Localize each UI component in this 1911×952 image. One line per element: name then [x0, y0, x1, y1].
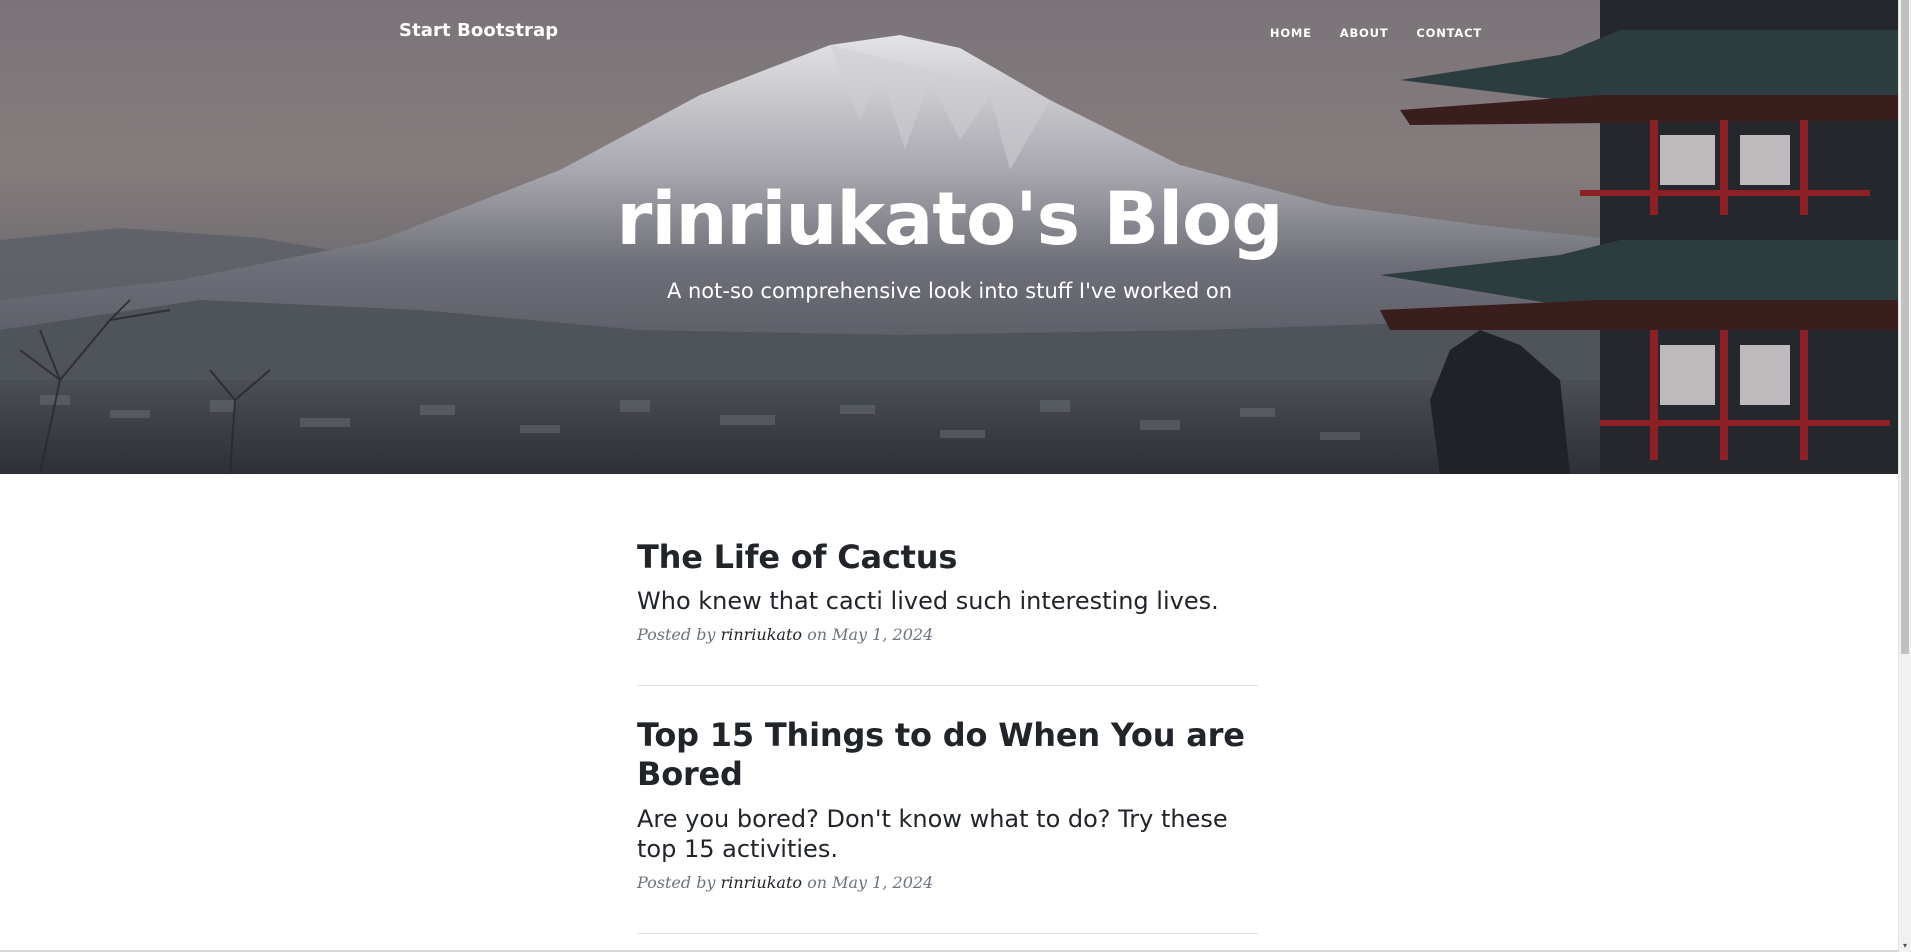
nav-link-about[interactable]: ABOUT [1326, 26, 1403, 40]
post-meta: Posted by rinriukato on May 1, 2024 [637, 873, 1258, 893]
post-link[interactable]: The Life of Cactus Who knew that cacti l… [637, 538, 1258, 616]
post-preview: Top 15 Things to do When You are Bored A… [637, 716, 1258, 934]
navbar-brand[interactable]: Start Bootstrap [399, 20, 558, 41]
post-meta-prefix: Posted by [637, 625, 716, 644]
chevron-down-icon[interactable]: ▾ [1901, 942, 1909, 950]
post-preview: The Life of Cactus Who knew that cacti l… [637, 538, 1258, 686]
scrollbar-thumb[interactable] [1901, 0, 1909, 654]
post-meta-date: on May 1, 2024 [807, 873, 934, 892]
nav-link-contact[interactable]: CONTACT [1402, 26, 1482, 40]
page-title: rinriukato's Blog [616, 177, 1283, 262]
post-list: The Life of Cactus Who knew that cacti l… [637, 538, 1258, 934]
post-link[interactable]: Top 15 Things to do When You are Bored A… [637, 716, 1258, 864]
navbar: Start Bootstrap HOME ABOUT CONTACT [0, 0, 1899, 68]
post-title[interactable]: Top 15 Things to do When You are Bored [637, 716, 1258, 794]
vertical-scrollbar[interactable]: ▾ [1898, 0, 1911, 952]
post-subtitle[interactable]: Are you bored? Don't know what to do? Tr… [637, 804, 1258, 864]
post-title[interactable]: The Life of Cactus [637, 538, 1258, 577]
site-heading: rinriukato's Blog A not-so comprehensive… [0, 175, 1899, 305]
masthead: Start Bootstrap HOME ABOUT CONTACT rinri… [0, 0, 1899, 474]
post-meta-prefix: Posted by [637, 873, 716, 892]
post-author-link[interactable]: rinriukato [721, 873, 802, 892]
post-subtitle[interactable]: Who knew that cacti lived such interesti… [637, 586, 1258, 616]
page-subtitle: A not-so comprehensive look into stuff I… [666, 279, 1233, 303]
post-meta: Posted by rinriukato on May 1, 2024 [637, 625, 1258, 645]
nav-link-home[interactable]: HOME [1256, 26, 1326, 40]
nav-links: HOME ABOUT CONTACT [1256, 26, 1482, 40]
post-author-link[interactable]: rinriukato [721, 625, 802, 644]
post-meta-date: on May 1, 2024 [807, 625, 934, 644]
page: Start Bootstrap HOME ABOUT CONTACT rinri… [0, 0, 1911, 952]
